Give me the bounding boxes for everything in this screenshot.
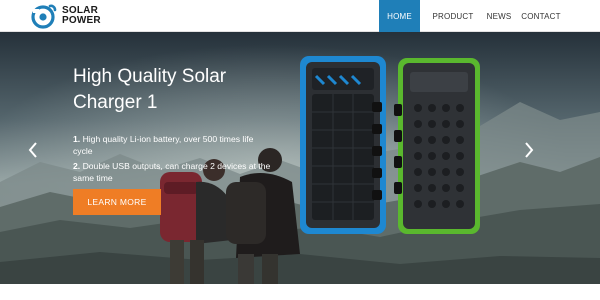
learn-more-button[interactable]: LEARN MORE [73,189,161,215]
nav-contact[interactable]: CONTACT [518,0,564,32]
feature-list: 1. High quality Li-ion battery, over 500… [73,133,273,187]
chevron-left-icon[interactable] [26,140,40,160]
nav-product[interactable]: PRODUCT [426,0,480,32]
logo[interactable]: SOLAR POWER [30,3,130,29]
chevron-right-icon[interactable] [522,140,536,160]
hero-slider: High Quality Solar Charger 1 1. High qua… [0,32,600,284]
nav-news[interactable]: NEWS [480,0,518,32]
feature-number: 1. [73,134,81,144]
sun-ring-logo-icon [31,4,57,29]
solar-charger-back-image [394,58,480,234]
solar-charger-front-image [300,56,386,234]
brand-name: SOLAR POWER [62,6,101,26]
feature-number: 2. [73,161,81,171]
brand-name-line2: POWER [62,15,101,26]
main-nav: HOME PRODUCT NEWS CONTACT [379,0,600,32]
feature-text: Double USB outputs, can charge 2 devices… [73,161,271,183]
site-header: SOLAR POWER HOME PRODUCT NEWS CONTACT [0,0,600,32]
feature-item: 2. Double USB outputs, can charge 2 devi… [73,160,273,184]
page-bottom-strip [0,284,600,300]
feature-text: High quality Li-ion battery, over 500 ti… [73,134,254,156]
hero-title-line2: Charger 1 [73,92,158,113]
hero-title-line1: High Quality Solar [73,66,227,87]
hero-title: High Quality Solar Charger 1 [73,64,273,116]
nav-home[interactable]: HOME [379,0,420,32]
feature-item: 1. High quality Li-ion battery, over 500… [73,133,273,157]
